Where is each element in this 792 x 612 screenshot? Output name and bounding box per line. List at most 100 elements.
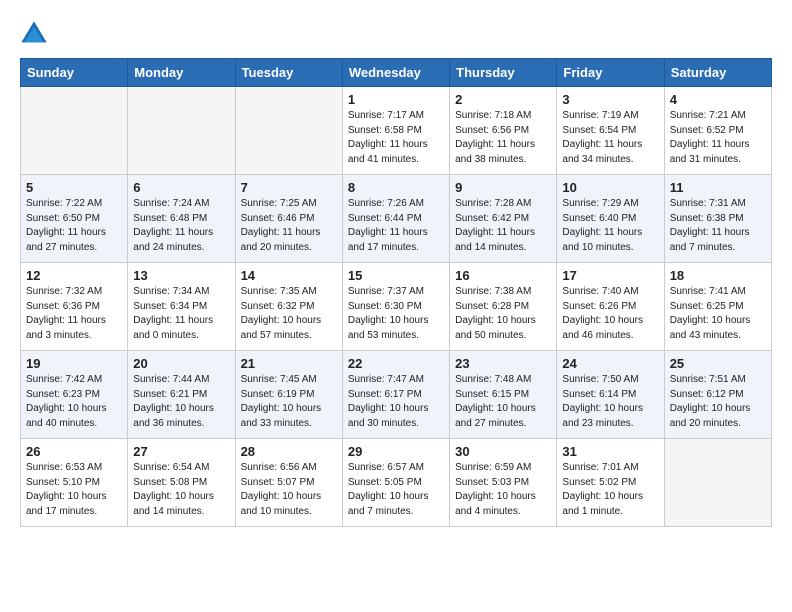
day-info: Sunrise: 7:31 AM Sunset: 6:38 PM Dayligh… [670,197,766,255]
calendar-cell: 21 Sunrise: 7:45 AM Sunset: 6:19 PM Dayli… [235,351,342,439]
calendar-cell: 4Sunrise: 7:21 AM Sunset: 6:52 PM Daylig… [664,87,771,175]
day-number: 9 [455,180,551,195]
day-info: Sunrise: 7:50 AM Sunset: 6:14 PM Dayligh… [562,373,658,431]
calendar-cell: 24 Sunrise: 7:50 AM Sunset: 6:14 PM Dayli… [557,351,664,439]
logo-icon [20,20,48,48]
calendar-cell: 9Sunrise: 7:28 AM Sunset: 6:42 PM Daylig… [450,175,557,263]
calendar-cell: 30 Sunrise: 6:59 AM Sunset: 5:03 PM Dayli… [450,439,557,527]
day-number: 3 [562,92,658,107]
calendar-header-row: SundayMondayTuesdayWednesdayThursdayFrid… [21,59,772,87]
day-number: 1 [348,92,444,107]
day-number: 24 [562,356,658,371]
day-number: 22 [348,356,444,371]
calendar-cell [235,87,342,175]
calendar-cell: 23Sunrise: 7:48 AM Sunset: 6:15 PM Dayli… [450,351,557,439]
day-info: Sunrise: 7:35 AM Sunset: 6:32 PM Dayligh… [241,285,337,343]
day-info: Sunrise: 7:29 AM Sunset: 6:40 PM Dayligh… [562,197,658,255]
day-info: Sunrise: 7:18 AM Sunset: 6:56 PM Dayligh… [455,109,551,167]
day-info: Sunrise: 6:56 AM Sunset: 5:07 PM Dayligh… [241,461,337,519]
day-number: 6 [133,180,229,195]
calendar-cell: 2 Sunrise: 7:18 AM Sunset: 6:56 PM Daylig… [450,87,557,175]
day-number: 27 [133,444,229,459]
day-number: 12 [26,268,122,283]
calendar-cell: 3 Sunrise: 7:19 AM Sunset: 6:54 PM Daylig… [557,87,664,175]
day-number: 19 [26,356,122,371]
day-number: 11 [670,180,766,195]
day-number: 8 [348,180,444,195]
calendar-cell: 1 Sunrise: 7:17 AM Sunset: 6:58 PM Daylig… [342,87,449,175]
day-number: 30 [455,444,551,459]
day-number: 25 [670,356,766,371]
day-info: Sunrise: 7:42 AM Sunset: 6:23 PM Dayligh… [26,373,122,431]
calendar-cell: 12Sunrise: 7:32 AM Sunset: 6:36 PM Dayli… [21,263,128,351]
day-header: Thursday [450,59,557,87]
calendar-cell: 29 Sunrise: 6:57 AM Sunset: 5:05 PM Dayli… [342,439,449,527]
day-number: 26 [26,444,122,459]
calendar-cell: 26Sunrise: 6:53 AM Sunset: 5:10 PM Dayli… [21,439,128,527]
day-header: Tuesday [235,59,342,87]
day-info: Sunrise: 7:24 AM Sunset: 6:48 PM Dayligh… [133,197,229,255]
calendar-week-row: 26Sunrise: 6:53 AM Sunset: 5:10 PM Dayli… [21,439,772,527]
day-info: Sunrise: 7:45 AM Sunset: 6:19 PM Dayligh… [241,373,337,431]
day-header: Monday [128,59,235,87]
calendar-cell: 19 Sunrise: 7:42 AM Sunset: 6:23 PM Dayli… [21,351,128,439]
calendar-cell [128,87,235,175]
day-number: 10 [562,180,658,195]
calendar-cell: 13 Sunrise: 7:34 AM Sunset: 6:34 PM Dayli… [128,263,235,351]
day-info: Sunrise: 7:41 AM Sunset: 6:25 PM Dayligh… [670,285,766,343]
day-header: Sunday [21,59,128,87]
calendar-cell: 18Sunrise: 7:41 AM Sunset: 6:25 PM Dayli… [664,263,771,351]
calendar-cell: 15Sunrise: 7:37 AM Sunset: 6:30 PM Dayli… [342,263,449,351]
day-info: Sunrise: 7:17 AM Sunset: 6:58 PM Dayligh… [348,109,444,167]
day-info: Sunrise: 7:25 AM Sunset: 6:46 PM Dayligh… [241,197,337,255]
day-number: 28 [241,444,337,459]
day-info: Sunrise: 7:48 AM Sunset: 6:15 PM Dayligh… [455,373,551,431]
calendar-cell: 31 Sunrise: 7:01 AM Sunset: 5:02 PM Dayli… [557,439,664,527]
day-info: Sunrise: 7:51 AM Sunset: 6:12 PM Dayligh… [670,373,766,431]
day-info: Sunrise: 7:38 AM Sunset: 6:28 PM Dayligh… [455,285,551,343]
day-number: 29 [348,444,444,459]
calendar-cell: 22Sunrise: 7:47 AM Sunset: 6:17 PM Dayli… [342,351,449,439]
day-header: Saturday [664,59,771,87]
calendar-cell: 5 Sunrise: 7:22 AM Sunset: 6:50 PM Daylig… [21,175,128,263]
day-number: 5 [26,180,122,195]
day-number: 2 [455,92,551,107]
calendar-body: 1 Sunrise: 7:17 AM Sunset: 6:58 PM Daylig… [21,87,772,527]
day-info: Sunrise: 7:01 AM Sunset: 5:02 PM Dayligh… [562,461,658,519]
calendar-cell: 14 Sunrise: 7:35 AM Sunset: 6:32 PM Dayli… [235,263,342,351]
day-number: 31 [562,444,658,459]
calendar-week-row: 12Sunrise: 7:32 AM Sunset: 6:36 PM Dayli… [21,263,772,351]
day-info: Sunrise: 7:37 AM Sunset: 6:30 PM Dayligh… [348,285,444,343]
calendar-cell: 16 Sunrise: 7:38 AM Sunset: 6:28 PM Dayli… [450,263,557,351]
day-info: Sunrise: 6:57 AM Sunset: 5:05 PM Dayligh… [348,461,444,519]
calendar-cell [664,439,771,527]
day-info: Sunrise: 7:44 AM Sunset: 6:21 PM Dayligh… [133,373,229,431]
calendar-cell: 8Sunrise: 7:26 AM Sunset: 6:44 PM Daylig… [342,175,449,263]
day-number: 17 [562,268,658,283]
calendar-week-row: 19 Sunrise: 7:42 AM Sunset: 6:23 PM Dayli… [21,351,772,439]
day-info: Sunrise: 7:34 AM Sunset: 6:34 PM Dayligh… [133,285,229,343]
calendar-cell: 17 Sunrise: 7:40 AM Sunset: 6:26 PM Dayli… [557,263,664,351]
day-info: Sunrise: 6:54 AM Sunset: 5:08 PM Dayligh… [133,461,229,519]
calendar-cell: 7 Sunrise: 7:25 AM Sunset: 6:46 PM Daylig… [235,175,342,263]
calendar-cell: 6 Sunrise: 7:24 AM Sunset: 6:48 PM Daylig… [128,175,235,263]
day-info: Sunrise: 7:19 AM Sunset: 6:54 PM Dayligh… [562,109,658,167]
day-info: Sunrise: 7:22 AM Sunset: 6:50 PM Dayligh… [26,197,122,255]
calendar-week-row: 1 Sunrise: 7:17 AM Sunset: 6:58 PM Daylig… [21,87,772,175]
day-number: 20 [133,356,229,371]
day-number: 21 [241,356,337,371]
day-info: Sunrise: 7:21 AM Sunset: 6:52 PM Dayligh… [670,109,766,167]
day-number: 16 [455,268,551,283]
calendar-table: SundayMondayTuesdayWednesdayThursdayFrid… [20,58,772,527]
day-number: 7 [241,180,337,195]
calendar-week-row: 5 Sunrise: 7:22 AM Sunset: 6:50 PM Daylig… [21,175,772,263]
logo [20,20,52,48]
calendar-cell: 27 Sunrise: 6:54 AM Sunset: 5:08 PM Dayli… [128,439,235,527]
calendar-cell: 10 Sunrise: 7:29 AM Sunset: 6:40 PM Dayli… [557,175,664,263]
day-number: 13 [133,268,229,283]
day-info: Sunrise: 6:59 AM Sunset: 5:03 PM Dayligh… [455,461,551,519]
header [20,20,772,48]
day-number: 14 [241,268,337,283]
day-info: Sunrise: 7:40 AM Sunset: 6:26 PM Dayligh… [562,285,658,343]
calendar-cell: 25 Sunrise: 7:51 AM Sunset: 6:12 PM Dayli… [664,351,771,439]
